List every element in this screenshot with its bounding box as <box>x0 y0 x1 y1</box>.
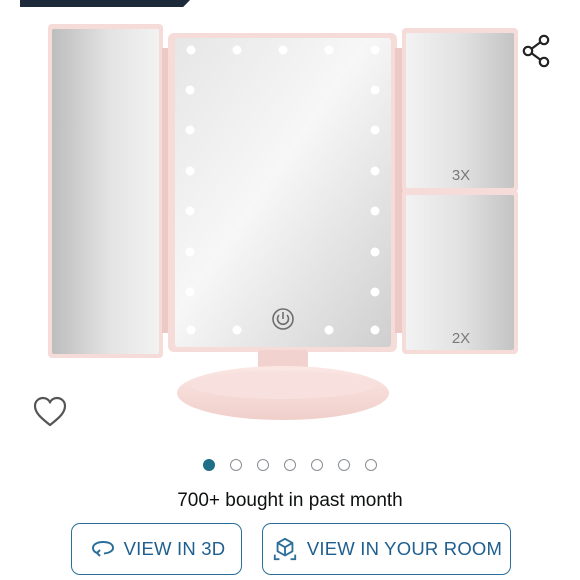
carousel-dot[interactable] <box>284 459 296 471</box>
magnification-2x-label: 2X <box>452 330 470 347</box>
product-detail-page: 3X 2X 700+ bought in past month VIEW IN … <box>0 0 580 580</box>
wishlist-button[interactable] <box>30 392 70 432</box>
rotate-3d-icon <box>91 540 114 557</box>
mirror-base-tray <box>191 371 375 399</box>
carousel-dot[interactable] <box>338 459 350 471</box>
carousel-dot[interactable] <box>365 459 377 471</box>
share-icon <box>522 34 550 68</box>
view-in-3d-label: VIEW IN 3D <box>123 538 226 559</box>
right-hinge <box>395 48 403 333</box>
carousel-dot[interactable] <box>230 459 242 471</box>
right-bottom-mirror-glass <box>406 195 514 350</box>
image-carousel-indicator <box>0 459 580 475</box>
view-in-your-room-button[interactable]: VIEW IN YOUR ROOM <box>262 523 511 575</box>
carousel-dot[interactable] <box>257 459 269 471</box>
magnification-3x-label: 3X <box>452 167 470 184</box>
view-in-3d-button[interactable]: VIEW IN 3D <box>71 523 242 575</box>
share-button[interactable] <box>520 33 556 69</box>
center-mirror-glass <box>175 38 391 347</box>
view-in-your-room-label: VIEW IN YOUR ROOM <box>306 538 503 559</box>
right-top-mirror-glass <box>406 33 514 188</box>
left-mirror-glass <box>52 29 159 354</box>
bought-count-text: 700+ bought in past month <box>177 490 403 511</box>
ar-cube-icon <box>273 537 297 561</box>
carousel-dot[interactable] <box>203 459 215 471</box>
product-image[interactable]: 3X 2X <box>0 0 580 440</box>
heart-icon <box>33 396 67 427</box>
carousel-dot[interactable] <box>311 459 323 471</box>
